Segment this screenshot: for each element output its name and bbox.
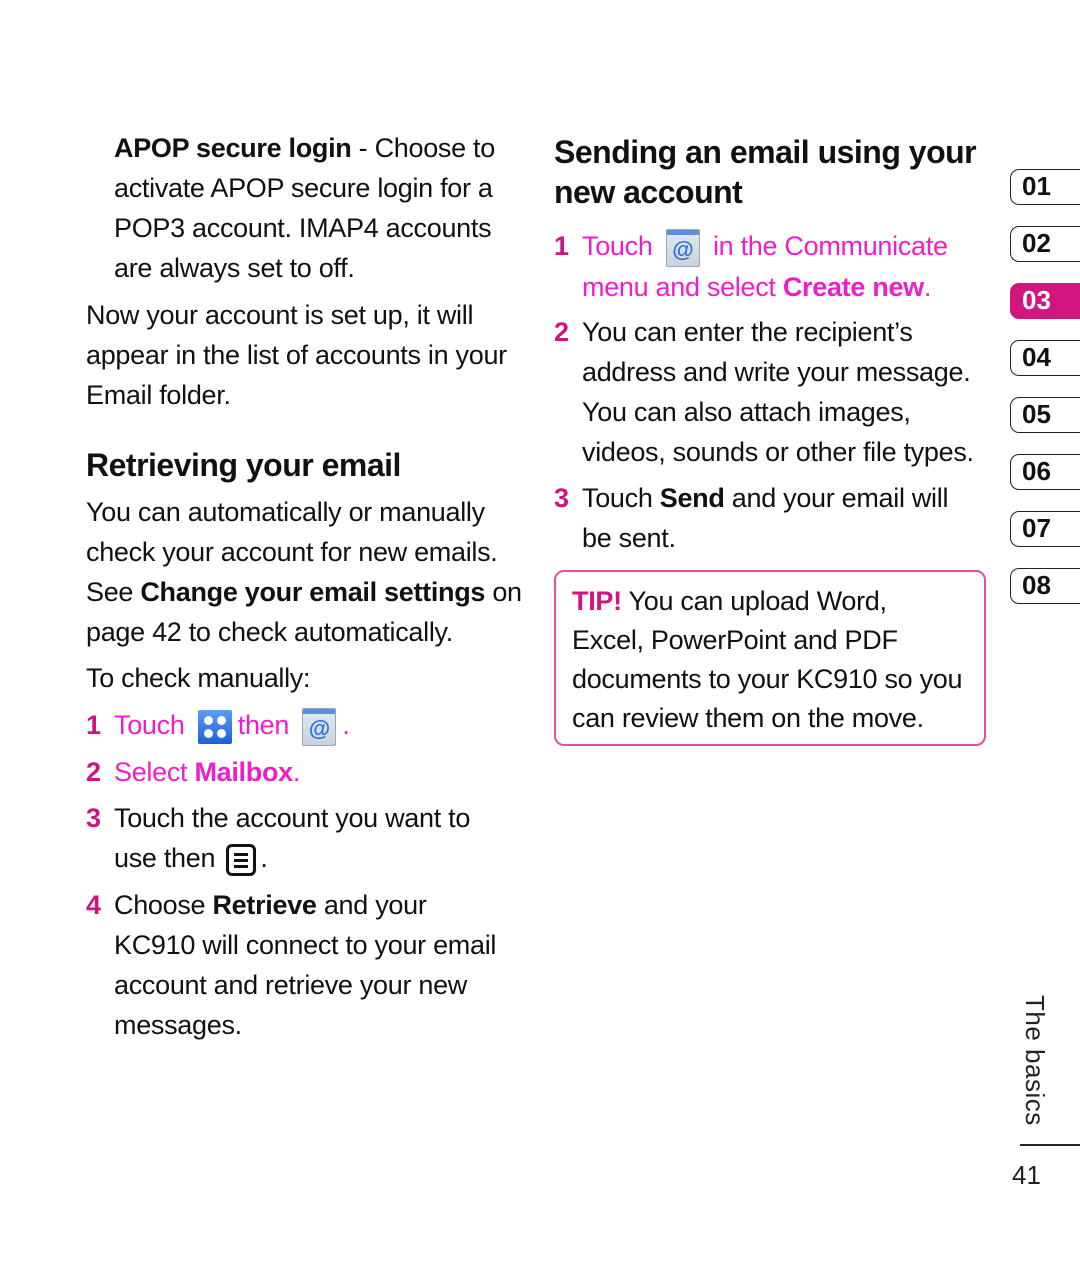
chapter-tab-04[interactable]: 04 xyxy=(1010,340,1080,376)
retrieve-step-4: 4 Choose Retrieve and your KC910 will co… xyxy=(86,890,497,1040)
chapter-tab-03[interactable]: 03 xyxy=(1010,283,1080,319)
tip-label: TIP! xyxy=(572,586,622,616)
chapter-tab-01[interactable]: 01 xyxy=(1010,169,1080,205)
email-at-icon: @ xyxy=(302,707,337,746)
settings-reference: Change your email settings xyxy=(140,577,486,607)
menu-grid-icon xyxy=(197,709,232,744)
chapter-tab-06[interactable]: 06 xyxy=(1010,454,1080,490)
retrieve-step-2: 2 Select Mailbox. xyxy=(86,757,301,787)
send-step-2: 2 You can enter the recipient’s address … xyxy=(554,317,974,467)
page-number: 41 xyxy=(1012,1160,1041,1190)
chapter-tab-02[interactable]: 02 xyxy=(1010,226,1080,262)
sending-heading: Sending an email using your new account xyxy=(554,134,977,210)
to-check-manually: To check manually: xyxy=(86,663,311,693)
options-list-icon xyxy=(226,843,257,876)
apop-secure-login-item: APOP secure login - Choose to activate A… xyxy=(114,133,495,283)
retrieve-term: Retrieve xyxy=(212,890,317,920)
chapter-tab-05[interactable]: 05 xyxy=(1010,397,1080,433)
chapter-tab-08[interactable]: 08 xyxy=(1010,568,1080,604)
send-step-1: 1 Touch @ in the Communicate menu and se… xyxy=(554,226,948,307)
section-label: The basics xyxy=(1020,995,1050,1126)
email-at-icon: @ xyxy=(665,228,700,267)
mailbox-term: Mailbox xyxy=(194,757,293,787)
tip-box: TIP! You can upload Word, Excel, PowerPo… xyxy=(554,570,986,746)
retrieving-paragraph: You can automatically or manually check … xyxy=(86,497,522,647)
chapter-tab-07[interactable]: 07 xyxy=(1010,511,1080,547)
account-setup-paragraph: Now your account is set up, it will appe… xyxy=(86,300,507,410)
retrieving-heading: Retrieving your email xyxy=(86,447,401,483)
apop-term: APOP secure login xyxy=(114,133,352,163)
retrieve-step-3: 3 Touch the account you want to use then… xyxy=(86,798,470,878)
retrieve-step-1: 1 Touch then @. xyxy=(86,705,350,746)
create-new-term: Create new xyxy=(782,271,924,302)
send-step-3: 3 Touch Send and your email will be sent… xyxy=(554,483,949,553)
send-term: Send xyxy=(659,483,725,513)
footer-divider xyxy=(1020,1144,1080,1146)
